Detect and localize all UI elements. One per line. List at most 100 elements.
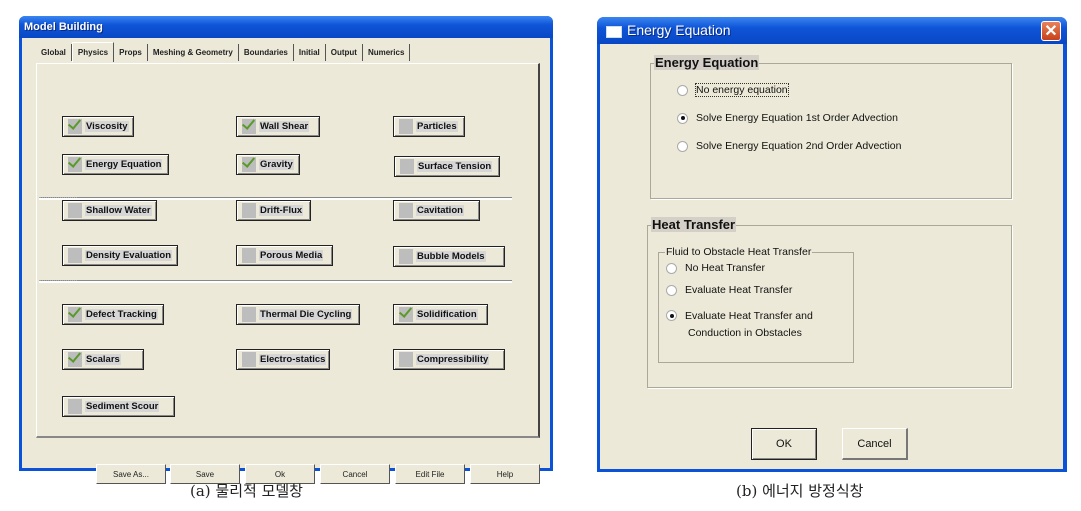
cancel-button[interactable]: Cancel [842, 428, 908, 460]
checkmark-icon [242, 119, 256, 134]
cancel-button[interactable]: Cancel [320, 464, 390, 484]
tab-physics[interactable]: Physics [71, 42, 115, 62]
physics-toggle-solidification[interactable]: Solidification [393, 304, 488, 325]
physics-toggle-sediment-scour[interactable]: Sediment Scour [62, 396, 175, 417]
checkmark-icon [68, 307, 82, 322]
toggle-label: Electro-statics [259, 354, 327, 365]
checkmark-icon [68, 119, 82, 134]
window-title: Model Building [19, 16, 553, 38]
radio-circle [666, 284, 677, 296]
dialog-title: Energy Equation [597, 17, 1067, 44]
edit-file-button[interactable]: Edit File [395, 464, 465, 484]
toggle-label: Gravity [259, 159, 294, 170]
save-as-button[interactable]: Save As... [96, 464, 166, 484]
physics-toggle-energy-equation[interactable]: Energy Equation [62, 154, 169, 175]
physics-toggle-compressibility[interactable]: Compressibility [393, 349, 505, 370]
physics-toggle-bubble-models[interactable]: Bubble Models [393, 246, 505, 267]
physics-toggle-thermal-die-cycling[interactable]: Thermal Die Cycling [236, 304, 360, 325]
toggle-label: Defect Tracking [85, 309, 158, 320]
tab-meshing-geometry[interactable]: Meshing & Geometry [148, 44, 239, 61]
toggle-label: Wall Shear [259, 121, 310, 132]
caption-a: (a) 물리적 모델창 [190, 482, 303, 500]
physics-toggle-particles[interactable]: Particles [393, 116, 465, 137]
toggle-label: Compressibility [416, 354, 490, 365]
group-title: Heat Transfer [651, 217, 737, 232]
checkmark-icon [68, 157, 82, 172]
physics-toggle-drift-flux[interactable]: Drift-Flux [236, 200, 311, 221]
checkmark-icon [68, 352, 82, 367]
radio-label: Solve Energy Equation 1st Order Advectio… [696, 112, 898, 124]
tab-initial[interactable]: Initial [294, 44, 326, 61]
toggle-label: Cavitation [416, 205, 464, 216]
physics-toggle-density-evaluation[interactable]: Density Evaluation [62, 245, 178, 266]
unchecked-box-icon [242, 307, 256, 322]
radio-label: Solve Energy Equation 2nd Order Advectio… [696, 140, 902, 152]
unchecked-box-icon [242, 248, 256, 263]
unchecked-box-icon [399, 203, 413, 218]
unchecked-box-icon [399, 119, 413, 134]
unchecked-box-icon [68, 248, 82, 263]
help-button[interactable]: Help [470, 464, 540, 484]
radio-1st-order[interactable]: Solve Energy Equation 1st Order Advectio… [677, 112, 898, 124]
energy-equation-dialog: Energy Equation ✕ Energy Equation No ene… [597, 17, 1067, 472]
tab-props[interactable]: Props [114, 44, 148, 61]
tab-global[interactable]: Global [36, 44, 72, 61]
toggle-label: Thermal Die Cycling [259, 309, 353, 320]
radio-circle-selected [677, 112, 688, 124]
unchecked-box-icon [399, 249, 413, 264]
heat-transfer-group: Heat Transfer Fluid to Obstacle Heat Tra… [647, 217, 1012, 388]
caption-b: (b) 에너지 방정식창 [736, 482, 864, 500]
toggle-label: Scalars [85, 354, 121, 365]
radio-2nd-order[interactable]: Solve Energy Equation 2nd Order Advectio… [677, 140, 901, 152]
unchecked-box-icon [399, 352, 413, 367]
unchecked-box-icon [242, 203, 256, 218]
radio-label: Evaluate Heat Transfer and Conduction in… [685, 308, 813, 342]
checkmark-icon [242, 157, 256, 172]
physics-toggle-viscosity[interactable]: Viscosity [62, 116, 134, 137]
toggle-label: Shallow Water [85, 205, 152, 216]
radio-circle-selected [666, 310, 677, 321]
window-icon [606, 26, 622, 38]
model-building-window: Model Building Global Physics Props Mesh… [19, 16, 553, 484]
physics-toggle-shallow-water[interactable]: Shallow Water [62, 200, 157, 221]
tab-output[interactable]: Output [326, 44, 363, 61]
radio-heat-transfer-conduction[interactable]: Evaluate Heat Transfer and Conduction in… [666, 308, 813, 342]
unchecked-box-icon [68, 399, 82, 414]
physics-toggle-scalars[interactable]: Scalars [62, 349, 144, 370]
toggle-label: Surface Tension [417, 161, 493, 172]
radio-no-energy[interactable]: No energy equation [677, 83, 789, 97]
physics-toggle-electro-statics[interactable]: Electro-statics [236, 349, 330, 370]
toggle-label: Particles [416, 121, 458, 132]
toggle-label: Energy Equation [85, 159, 163, 170]
toggle-label: Sediment Scour [85, 401, 160, 412]
dialog-title-text: Energy Equation [627, 22, 731, 38]
unchecked-box-icon [400, 159, 414, 174]
physics-toggle-wall-shear[interactable]: Wall Shear [236, 116, 320, 137]
unchecked-box-icon [242, 352, 256, 367]
subgroup-title: Fluid to Obstacle Heat Transfer [665, 246, 813, 258]
physics-toggle-cavitation[interactable]: Cavitation [393, 200, 480, 221]
tab-boundaries[interactable]: Boundaries [239, 44, 294, 61]
physics-toggle-defect-tracking[interactable]: Defect Tracking [62, 304, 164, 325]
radio-circle [677, 140, 688, 152]
tab-numerics[interactable]: Numerics [363, 44, 411, 61]
radio-no-heat-transfer[interactable]: No Heat Transfer [666, 262, 765, 274]
radio-label: Evaluate Heat Transfer [685, 284, 793, 296]
close-icon[interactable]: ✕ [1041, 21, 1061, 41]
radio-label-line2: Conduction in Obstacles [688, 327, 802, 339]
ok-button[interactable]: OK [751, 428, 817, 460]
window-client: Global Physics Props Meshing & Geometry … [22, 38, 550, 484]
fluid-obstacle-subgroup: Fluid to Obstacle Heat Transfer No Heat … [658, 246, 854, 363]
radio-label-line1: Evaluate Heat Transfer and [685, 310, 813, 322]
toggle-label: Drift-Flux [259, 205, 304, 216]
radio-label: No energy equation [695, 83, 789, 97]
radio-evaluate-heat-transfer[interactable]: Evaluate Heat Transfer [666, 284, 792, 296]
section-divider [39, 280, 512, 283]
dialog-client: Energy Equation No energy equation Solve… [600, 44, 1063, 469]
toggle-label: Porous Media [259, 250, 324, 261]
group-title: Energy Equation [654, 55, 760, 70]
physics-toggle-surface-tension[interactable]: Surface Tension [394, 156, 500, 177]
physics-toggle-porous-media[interactable]: Porous Media [236, 245, 333, 266]
radio-label: No Heat Transfer [685, 262, 765, 274]
physics-toggle-gravity[interactable]: Gravity [236, 154, 300, 175]
